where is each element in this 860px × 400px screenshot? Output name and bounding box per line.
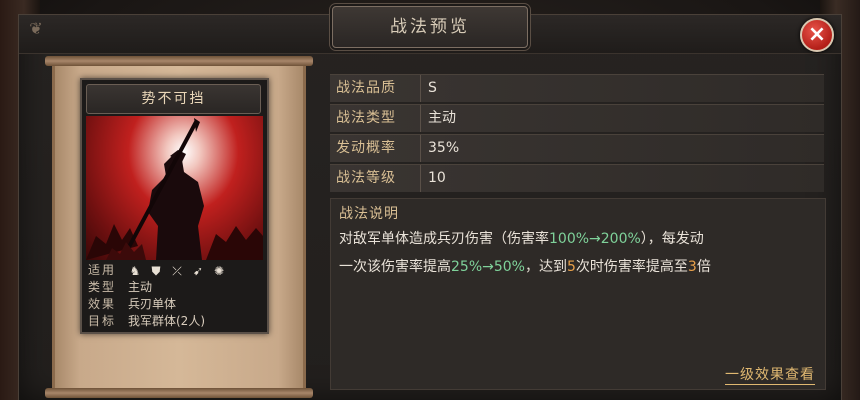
info-label-target: 目标 — [88, 314, 117, 328]
skill-card: 势不可挡 适用 ♞ ⛊ ⤫ ➹ ✺ 类型 主动 效果 兵刃单体 目标 我军群体(… — [80, 78, 269, 334]
info-row-target: 目标 我军群体(2人) — [86, 313, 263, 330]
info-row-effect: 效果 兵刃单体 — [86, 296, 263, 313]
skill-card-info: 适用 ♞ ⛊ ⤫ ➹ ✺ 类型 主动 效果 兵刃单体 目标 我军群体(2人) — [86, 262, 263, 330]
spear-icon: ➹ — [192, 264, 204, 278]
skill-card-name-plate: 势不可挡 — [86, 84, 261, 114]
dialog-title-plate: 战法预览 — [332, 6, 528, 48]
desc-text-segment: ），每发动 — [640, 231, 704, 247]
desc-highlight-increase: 25%→50% — [451, 259, 525, 275]
stat-row-quality: 战法品质 S — [330, 74, 824, 102]
skill-info-panel: 战法品质 S 战法类型 主动 发动概率 35% 战法等级 10 战法说明 对敌军… — [330, 74, 826, 390]
stat-value-quality: S — [428, 80, 437, 96]
siege-icon: ✺ — [213, 264, 225, 278]
cavalry-icon: ♞ — [129, 264, 141, 278]
info-label-effect: 效果 — [88, 297, 117, 311]
stat-label-trigger-rate: 发动概率 — [336, 135, 421, 162]
stat-label-type: 战法类型 — [336, 105, 421, 132]
desc-text-segment: 次时伤害率提高至 — [575, 259, 688, 275]
corner-ornament-icon: ❦ — [29, 19, 43, 38]
desc-text-segment: ，达到 — [524, 259, 567, 275]
desc-highlight-damage-rate: 100%→200% — [549, 231, 641, 247]
stat-label-quality: 战法品质 — [336, 75, 421, 102]
shield-icon: ⛊ — [151, 264, 161, 278]
dialog-title: 战法预览 — [390, 17, 470, 37]
skill-card-artwork — [86, 116, 263, 260]
stat-value-trigger-rate: 35% — [428, 140, 460, 156]
desc-highlight-multiplier: 3 — [687, 259, 697, 275]
info-value-effect: 兵刃单体 — [128, 297, 177, 311]
info-row-type: 类型 主动 — [86, 279, 263, 296]
close-icon: × — [807, 22, 827, 47]
skill-description-box: 战法说明 对敌军单体造成兵刃伤害（伤害率100%→200%），每发动 一次该伤害… — [330, 198, 826, 390]
warrior-silhouette-illustration — [86, 118, 263, 260]
info-value-type: 主动 — [128, 280, 153, 294]
skill-card-name: 势不可挡 — [141, 91, 206, 107]
desc-text-segment: 一次该伤害率提高 — [339, 259, 451, 275]
description-title: 战法说明 — [339, 206, 399, 222]
troop-type-icons: ♞ ⛊ ⤫ ➹ ✺ — [128, 262, 263, 279]
game-screen: ❦ 战法预览 × 势不可挡 适用 ♞ ⛊ ⤫ ➹ ✺ 类型 主动 效果 兵刃单体… — [0, 0, 860, 400]
description-line-2: 一次该伤害率提高25%→50%，达到5次时伤害率提高至3倍 — [339, 253, 819, 281]
bow-icon: ⤫ — [172, 264, 182, 278]
stat-label-level: 战法等级 — [336, 165, 421, 192]
info-label-applicable: 适用 — [88, 263, 117, 277]
stat-row-level: 战法等级 10 — [330, 164, 824, 192]
stat-row-trigger-rate: 发动概率 35% — [330, 134, 824, 162]
desc-text-segment: 对敌军单体造成兵刃伤害（伤害率 — [339, 231, 549, 247]
level-one-effect-link[interactable]: 一级效果查看 — [725, 364, 815, 385]
close-button[interactable]: × — [800, 18, 834, 52]
stat-value-type: 主动 — [428, 110, 456, 126]
info-row-applicable: 适用 ♞ ⛊ ⤫ ➹ ✺ — [86, 262, 263, 279]
info-value-target: 我军群体(2人) — [128, 314, 205, 328]
stat-value-level: 10 — [428, 170, 446, 186]
desc-text-segment: 倍 — [696, 259, 711, 275]
description-text: 对敌军单体造成兵刃伤害（伤害率100%→200%），每发动 一次该伤害率提高25… — [339, 225, 819, 281]
desc-highlight-count: 5 — [566, 259, 576, 275]
description-line-1: 对敌军单体造成兵刃伤害（伤害率100%→200%），每发动 — [339, 225, 819, 253]
stat-row-type: 战法类型 主动 — [330, 104, 824, 132]
info-label-type: 类型 — [88, 280, 117, 294]
